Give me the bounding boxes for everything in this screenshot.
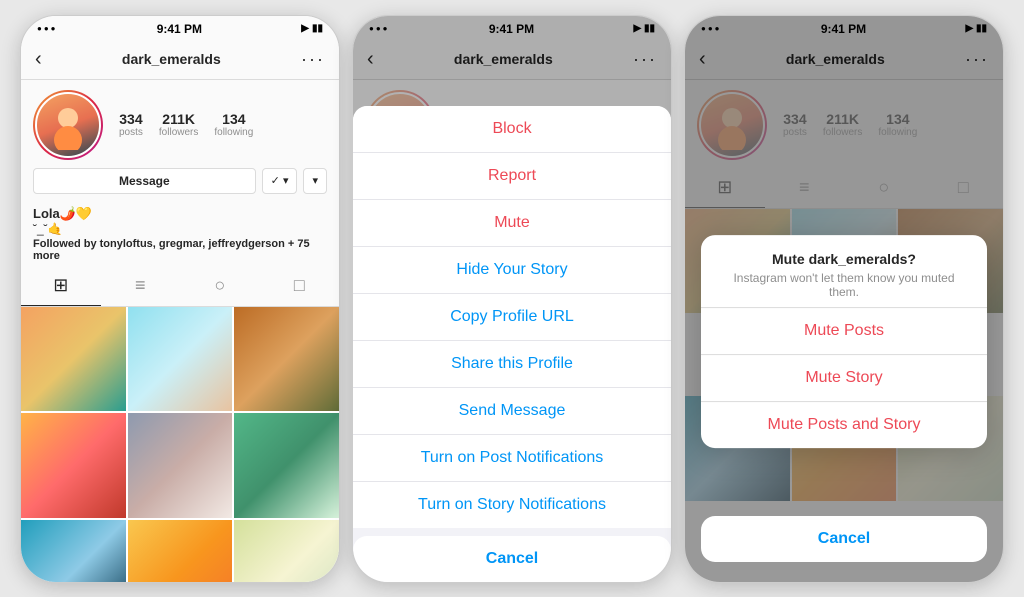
more-button[interactable]: ▾ — [303, 168, 327, 194]
grid-item[interactable] — [234, 520, 339, 583]
posts-label: posts — [119, 127, 143, 138]
followers-count: 211K — [159, 111, 198, 127]
mute-dialog-title: Mute dark_emeralds? — [717, 251, 971, 267]
tab-icons: ⊞ ≡ ○ □ — [21, 266, 339, 307]
following-label: following — [214, 127, 253, 138]
status-time: 9:41 PM — [157, 22, 202, 36]
grid-item[interactable] — [128, 413, 233, 518]
followers-label: followers — [159, 127, 198, 138]
status-icons: ▶ ▮▮ — [301, 23, 323, 34]
posts-count: 334 — [119, 111, 143, 127]
phone-1: ●●● 9:41 PM ▶ ▮▮ ‹ dark_emeralds ··· — [20, 15, 340, 583]
mute-dialog-subtitle: Instagram won't let them know you muted … — [717, 271, 971, 299]
send-message-button[interactable]: Send Message — [353, 388, 671, 435]
modal-overlay: Block Report Mute Hide Your Story Copy P… — [353, 16, 671, 582]
profile-section: 334 posts 211K followers 134 following M… — [21, 80, 339, 202]
mute-cancel-container: Cancel — [701, 516, 987, 562]
avatar — [33, 90, 103, 160]
posts-stat: 334 posts — [119, 111, 143, 138]
bio-followed: Followed by tonyloftus, gregmar, jeffrey… — [33, 238, 327, 262]
action-buttons: Message ✓ ▾ ▾ — [33, 168, 327, 194]
mute-posts-and-story-button[interactable]: Mute Posts and Story — [701, 402, 987, 448]
avatar-inner — [35, 92, 101, 158]
report-button[interactable]: Report — [353, 153, 671, 200]
story-notifications-button[interactable]: Turn on Story Notifications — [353, 482, 671, 528]
mute-cancel-button[interactable]: Cancel — [701, 516, 987, 562]
followers-stat: 211K followers — [159, 111, 198, 138]
grid-item[interactable] — [21, 520, 126, 583]
hide-story-button[interactable]: Hide Your Story — [353, 247, 671, 294]
photo-grid — [21, 307, 339, 583]
wifi-icon: ▶ — [301, 23, 309, 34]
mute-dialog: Mute dark_emeralds? Instagram won't let … — [701, 235, 987, 448]
following-stat: 134 following — [214, 111, 253, 138]
grid-item[interactable] — [21, 307, 126, 412]
list-tab[interactable]: ≡ — [101, 266, 181, 306]
battery-icon: ▮▮ — [312, 23, 323, 34]
mute-button[interactable]: Mute — [353, 200, 671, 247]
grid-item[interactable] — [128, 307, 233, 412]
share-profile-button[interactable]: Share this Profile — [353, 341, 671, 388]
back-button[interactable]: ‹ — [35, 48, 42, 71]
post-notifications-button[interactable]: Turn on Post Notifications — [353, 435, 671, 482]
more-options-button[interactable]: ··· — [301, 49, 325, 70]
status-bar-1: ●●● 9:41 PM ▶ ▮▮ — [21, 16, 339, 40]
mute-posts-button[interactable]: Mute Posts — [701, 308, 987, 355]
grid-item[interactable] — [234, 413, 339, 518]
bio-section: Lola🌶️💛 ˘_˘🤙 Followed by tonyloftus, gre… — [21, 202, 339, 266]
bio-name: Lola🌶️💛 — [33, 206, 327, 222]
saved-tab[interactable]: □ — [260, 266, 340, 306]
cancel-button[interactable]: Cancel — [353, 536, 671, 582]
grid-tab[interactable]: ⊞ — [21, 266, 101, 306]
profile-username-nav: dark_emeralds — [122, 51, 221, 67]
grid-item[interactable] — [21, 413, 126, 518]
nav-bar-1: ‹ dark_emeralds ··· — [21, 40, 339, 80]
avatar-image — [43, 100, 93, 150]
message-button[interactable]: Message — [33, 168, 256, 194]
follow-arrow-button[interactable]: ✓ ▾ — [262, 168, 298, 194]
mute-modal-overlay: Mute dark_emeralds? Instagram won't let … — [685, 16, 1003, 582]
phone-2: ●●● 9:41 PM ▶ ▮▮ ‹ dark_emeralds ··· 334 — [352, 15, 672, 583]
stats-container: 334 posts 211K followers 134 following — [119, 111, 327, 138]
signal-dots: ●●● — [37, 24, 58, 33]
followed-by-label: Followed by — [33, 238, 100, 250]
block-button[interactable]: Block — [353, 106, 671, 153]
copy-profile-url-button[interactable]: Copy Profile URL — [353, 294, 671, 341]
grid-item[interactable] — [128, 520, 233, 583]
action-sheet: Block Report Mute Hide Your Story Copy P… — [353, 106, 671, 582]
mute-story-button[interactable]: Mute Story — [701, 355, 987, 402]
mute-dialog-header: Mute dark_emeralds? Instagram won't let … — [701, 235, 987, 307]
profile-top: 334 posts 211K followers 134 following — [33, 90, 327, 160]
bio-text: ˘_˘🤙 — [33, 222, 327, 236]
grid-item[interactable] — [234, 307, 339, 412]
following-count: 134 — [214, 111, 253, 127]
tag-tab[interactable]: ○ — [180, 266, 260, 306]
phone-3: ●●● 9:41 PM ▶ ▮▮ ‹ dark_emeralds ··· 334 — [684, 15, 1004, 583]
